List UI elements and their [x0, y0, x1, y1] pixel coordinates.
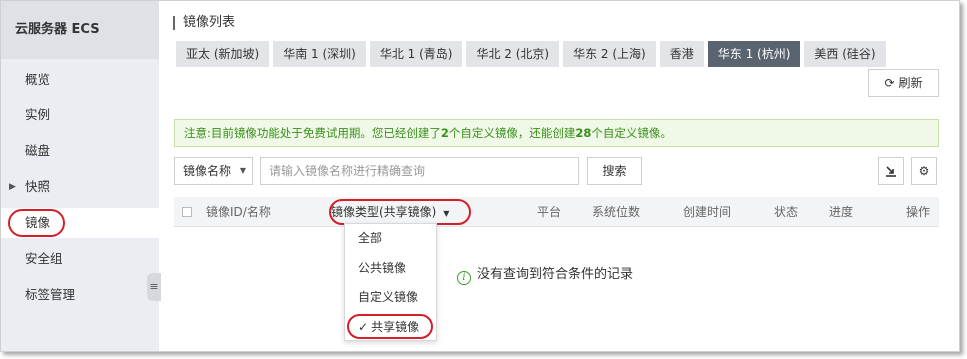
export-icon [886, 166, 896, 177]
refresh-icon: ⟳ [884, 76, 895, 90]
tab-region-qingdao[interactable]: 华北 1 (青岛) [369, 41, 463, 67]
search-field-value: 镜像名称 [183, 164, 232, 178]
sidebar-item-label: 安全组 [25, 251, 63, 266]
sidebar-title: 云服务器 ECS [1, 1, 159, 59]
dropdown-option-shared[interactable]: ✓ 共享镜像 [345, 313, 438, 341]
refresh-button[interactable]: ⟳ 刷新 [868, 69, 939, 97]
table-header: 镜像ID/名称 镜像类型(共享镜像) ▼ 平台 系统位数 创建时间 状态 进度 … [174, 197, 939, 227]
sidebar-item-label: 镜像 [25, 215, 51, 230]
search-field-select[interactable]: 镜像名称 ▼ [174, 157, 253, 185]
dropdown-arrow-icon: ▼ [239, 166, 246, 175]
notice-suffix: 个自定义镜像。 [591, 126, 672, 140]
tab-region-beijing[interactable]: 华北 2 (北京) [466, 41, 560, 67]
column-actions: 操作 [906, 205, 931, 219]
image-type-filter-label: 镜像类型(共享镜像) [331, 205, 437, 219]
refresh-label: 刷新 [898, 76, 923, 90]
notice-middle: 个自定义镜像，还能创建 [448, 126, 576, 140]
tab-region-hangzhou[interactable]: 华东 1 (杭州) [707, 41, 801, 67]
sidebar-item-instances[interactable]: 实例 [1, 100, 159, 130]
column-progress: 进度 [829, 205, 854, 219]
search-input[interactable] [260, 157, 579, 185]
info-icon: i [457, 271, 471, 285]
main-content: 镜像列表 亚太 (新加坡) 华南 1 (深圳) 华北 1 (青岛) 华北 2 (… [159, 1, 959, 351]
notice-created-count: 2 [440, 126, 449, 140]
sidebar-item-label: 快照 [25, 179, 51, 194]
column-platform: 平台 [537, 205, 562, 219]
sidebar-item-security-groups[interactable]: 安全组 [1, 244, 159, 274]
dropdown-option-shared-label: 共享镜像 [371, 320, 420, 334]
tab-region-hongkong[interactable]: 香港 [659, 41, 704, 67]
sidebar-item-label: 磁盘 [25, 143, 51, 158]
sidebar-item-images[interactable]: 镜像 [1, 208, 159, 238]
settings-button[interactable]: ⚙ [911, 157, 937, 185]
sidebar: 云服务器 ECS 概览 实例 磁盘 ▶ 快照 镜像 安全组 标签管理 ≡ [1, 1, 161, 351]
column-status: 状态 [774, 205, 799, 219]
check-icon: ✓ [358, 320, 369, 334]
empty-state: i 没有查询到符合条件的记录 [457, 263, 633, 285]
column-id-name: 镜像ID/名称 [206, 205, 271, 219]
tab-region-shenzhen[interactable]: 华南 1 (深圳) [273, 41, 366, 67]
gear-icon: ⚙ [918, 164, 930, 178]
dropdown-option-all[interactable]: 全部 [345, 224, 438, 252]
tab-region-singapore[interactable]: 亚太 (新加坡) [176, 41, 270, 67]
sidebar-item-snapshots[interactable]: ▶ 快照 [1, 172, 159, 202]
notice-banner: 注意:目前镜像功能处于免费试用期。您已经创建了2个自定义镜像，还能创建28个自定… [174, 119, 939, 147]
sidebar-item-overview[interactable]: 概览 [1, 65, 159, 95]
tab-region-silicon-valley[interactable]: 美西 (硅谷) [804, 41, 886, 67]
console-window: 云服务器 ECS 概览 实例 磁盘 ▶ 快照 镜像 安全组 标签管理 ≡ 镜像列… [0, 0, 960, 352]
dropdown-option-public[interactable]: 公共镜像 [345, 254, 438, 282]
caret-right-icon: ▶ [9, 182, 16, 192]
sidebar-item-label: 概览 [25, 72, 51, 87]
collapse-menu-icon: ≡ [149, 280, 159, 293]
notice-remaining-count: 28 [575, 126, 592, 140]
empty-message: 没有查询到符合条件的记录 [477, 267, 634, 282]
select-all-checkbox[interactable] [182, 207, 192, 217]
caret-down-icon: ▼ [443, 209, 450, 218]
sidebar-item-label: 实例 [25, 107, 51, 122]
page-title: 镜像列表 [173, 16, 235, 30]
notice-prefix: 注意:目前镜像功能处于免费试用期。您已经创建了 [184, 126, 441, 140]
tab-region-shanghai[interactable]: 华东 2 (上海) [563, 41, 656, 67]
column-bits: 系统位数 [592, 205, 641, 219]
sidebar-item-tags[interactable]: 标签管理 [1, 280, 159, 310]
sidebar-item-label: 标签管理 [25, 287, 76, 302]
sidebar-item-disks[interactable]: 磁盘 [1, 136, 159, 166]
search-button[interactable]: 搜索 [587, 157, 642, 185]
region-tabs: 亚太 (新加坡) 华南 1 (深圳) 华北 1 (青岛) 华北 2 (北京) 华… [176, 41, 890, 67]
dropdown-option-custom[interactable]: 自定义镜像 [345, 283, 438, 311]
image-type-dropdown: 全部 公共镜像 自定义镜像 ✓ 共享镜像 [344, 223, 437, 341]
column-created-time: 创建时间 [683, 205, 732, 219]
export-button[interactable] [878, 157, 904, 185]
